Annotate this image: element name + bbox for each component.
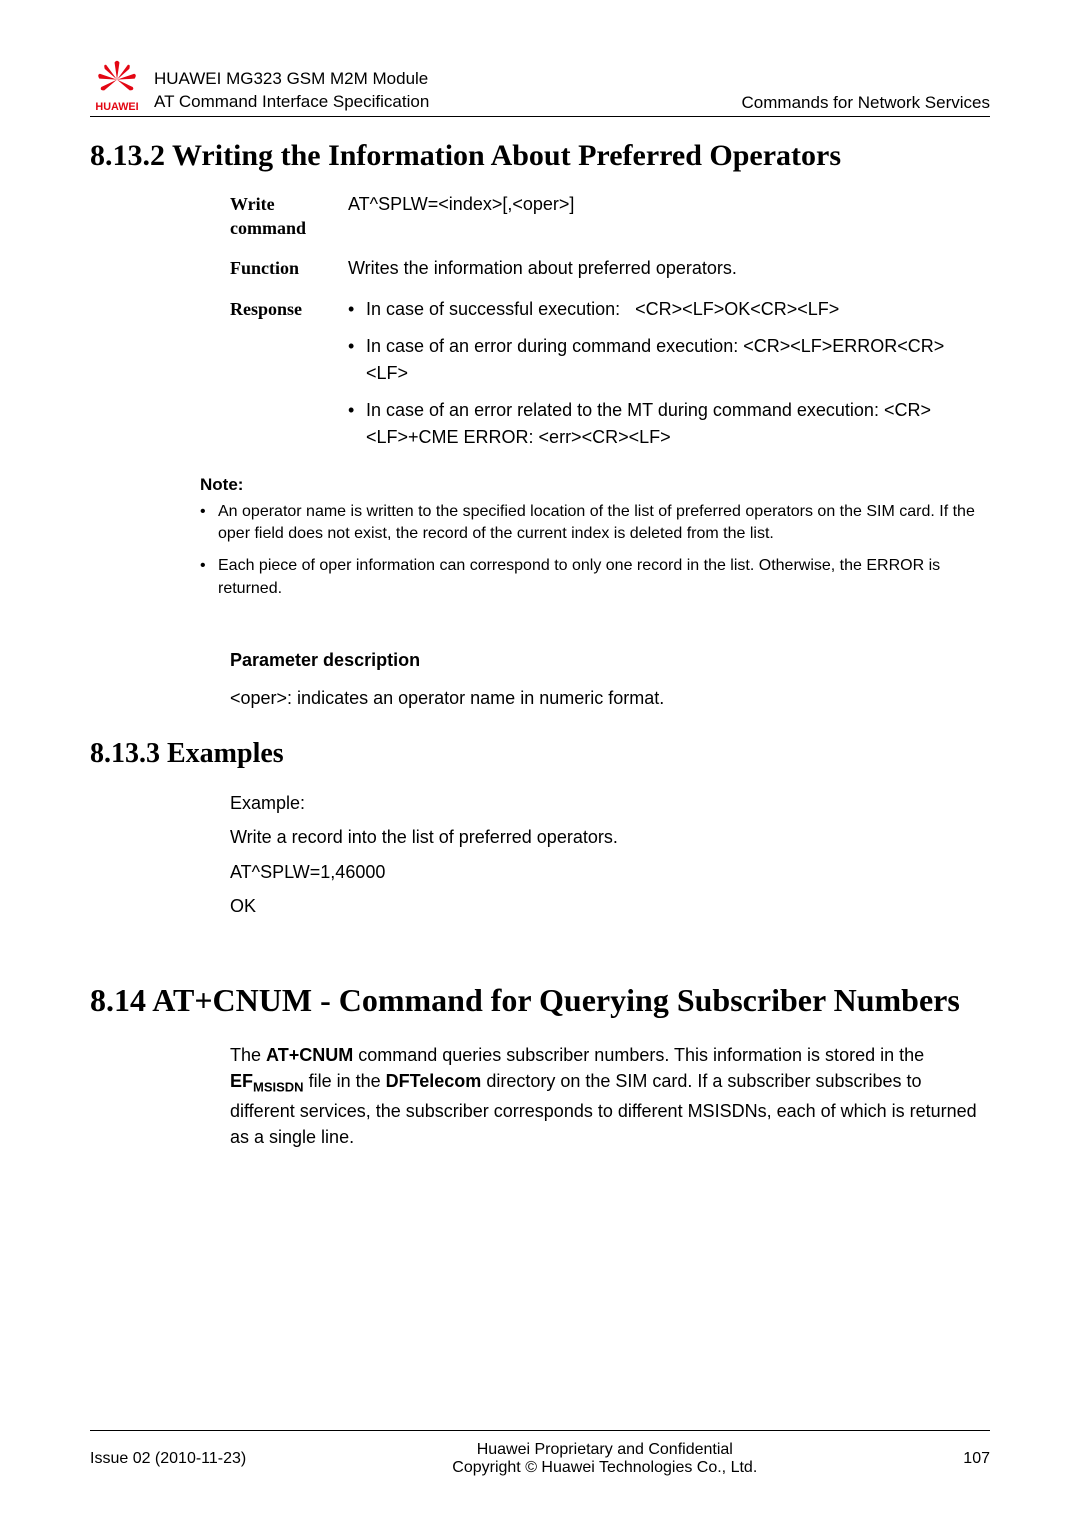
- response-bullet-1-prefix: In case of successful execution:: [366, 299, 620, 319]
- note-bullet-2: Each piece of oper information can corre…: [200, 555, 980, 600]
- response-value: In case of successful execution: <CR><LF…: [348, 296, 980, 461]
- doc-name: AT Command Interface Specification: [154, 91, 742, 114]
- function-value: Writes the information about preferred o…: [348, 255, 980, 282]
- header-right-text: Commands for Network Services: [742, 93, 990, 114]
- section-title-8-14: 8.14 AT+CNUM - Command for Querying Subs…: [90, 979, 990, 1022]
- page-header: HUAWEI HUAWEI MG323 GSM M2M Module AT Co…: [90, 60, 990, 117]
- example-desc: Write a record into the list of preferre…: [230, 820, 980, 854]
- svg-text:HUAWEI: HUAWEI: [95, 101, 138, 113]
- example-label: Example:: [230, 786, 980, 820]
- note-title: Note:: [200, 475, 980, 495]
- b3: DFTelecom: [386, 1071, 482, 1091]
- section-title-8-13-2: 8.13.2 Writing the Information About Pre…: [90, 139, 990, 173]
- p2: command queries subscriber numbers. This…: [353, 1045, 924, 1065]
- parameter-description-title: Parameter description: [230, 650, 980, 671]
- write-command-label: Write command: [230, 191, 330, 241]
- function-label: Function: [230, 255, 330, 282]
- product-name: HUAWEI MG323 GSM M2M Module: [154, 68, 742, 91]
- note-block: Note: An operator name is written to the…: [200, 475, 980, 601]
- b2a: EF: [230, 1071, 253, 1091]
- huawei-logo-icon: HUAWEI: [90, 60, 144, 114]
- parameter-description-text: <oper>: indicates an operator name in nu…: [230, 685, 980, 712]
- definition-block: Write command AT^SPLW=<index>[,<oper>] F…: [230, 191, 980, 461]
- parameter-description-block: Parameter description <oper>: indicates …: [230, 650, 980, 712]
- b1: AT+CNUM: [266, 1045, 353, 1065]
- section-8-14-paragraph: The AT+CNUM command queries subscriber n…: [230, 1042, 980, 1150]
- footer-center-1: Huawei Proprietary and Confidential: [246, 1441, 963, 1459]
- response-bullet-3: In case of an error related to the MT du…: [348, 397, 980, 451]
- footer-center-2: Copyright © Huawei Technologies Co., Ltd…: [246, 1459, 963, 1477]
- footer-page-number: 107: [963, 1450, 990, 1468]
- section-title-8-13-3: 8.13.3 Examples: [90, 738, 990, 770]
- response-bullet-2: In case of an error during command execu…: [348, 333, 980, 387]
- header-left-text: HUAWEI MG323 GSM M2M Module AT Command I…: [154, 68, 742, 114]
- b2b: MSISDN: [253, 1080, 304, 1095]
- note-bullet-1: An operator name is written to the speci…: [200, 501, 980, 546]
- example-cmd: AT^SPLW=1,46000: [230, 855, 980, 889]
- p3: file in the: [304, 1071, 386, 1091]
- response-bullet-1: In case of successful execution: <CR><LF…: [348, 296, 980, 323]
- p1: The: [230, 1045, 266, 1065]
- footer-center: Huawei Proprietary and Confidential Copy…: [246, 1441, 963, 1477]
- example-ok: OK: [230, 889, 980, 923]
- footer-issue: Issue 02 (2010-11-23): [90, 1450, 246, 1468]
- response-bullet-1-suffix: <CR><LF>OK<CR><LF>: [635, 299, 839, 319]
- response-label: Response: [230, 296, 330, 461]
- example-block: Example: Write a record into the list of…: [230, 786, 980, 923]
- write-command-value: AT^SPLW=<index>[,<oper>]: [348, 191, 980, 241]
- page-footer: Issue 02 (2010-11-23) Huawei Proprietary…: [90, 1430, 990, 1477]
